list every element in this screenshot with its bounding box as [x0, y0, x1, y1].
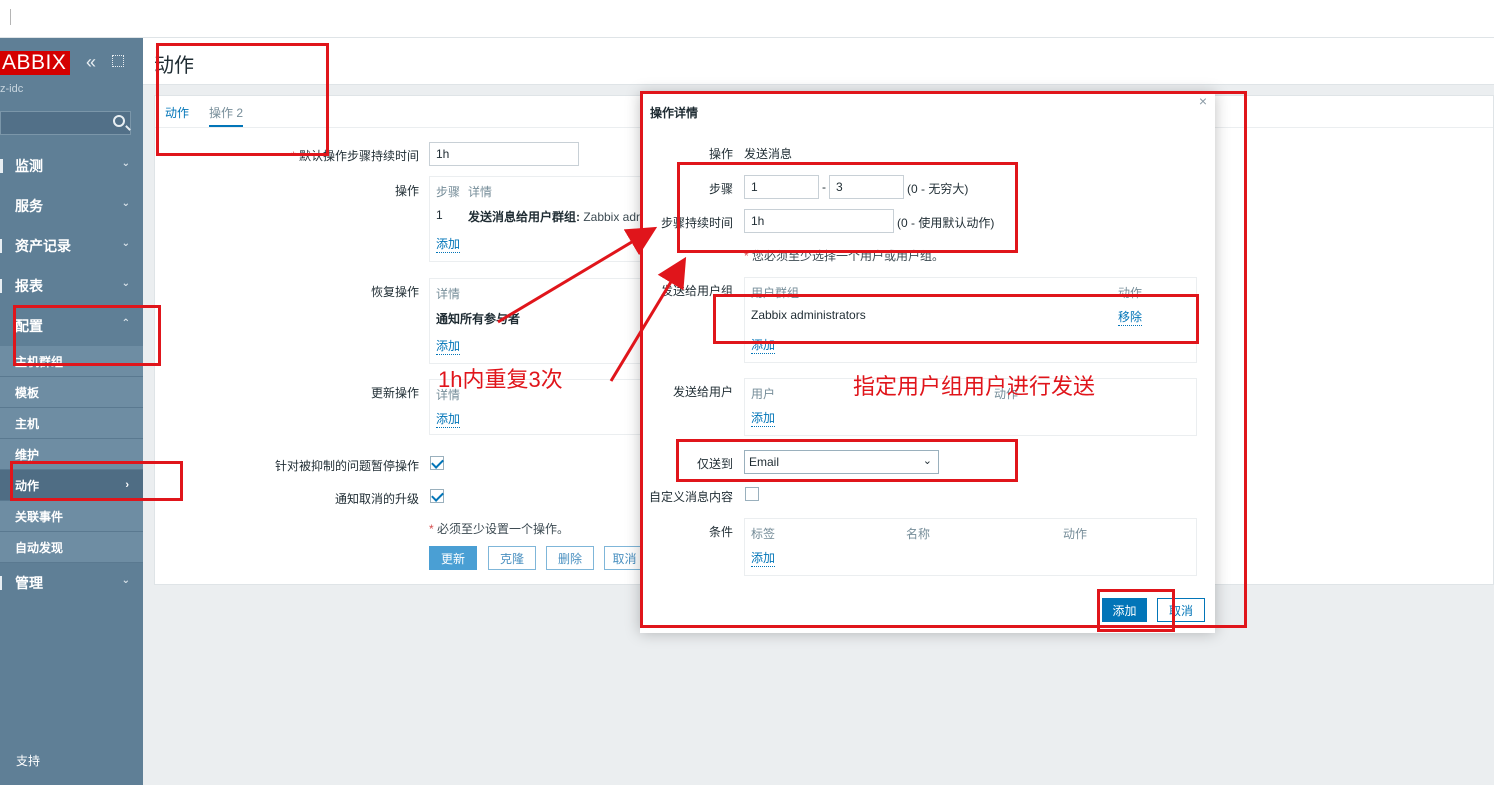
sidebar: ABBIX « z-idc 监测 ⌄ 服务 ⌄ 资产记录 ⌄ 报表 ⌄ 配置 ⌃ [0, 38, 143, 785]
annotation-box-send-only-to [676, 439, 1018, 482]
pause-suppressed-label: 针对被抑制的问题暂停操作 [274, 459, 419, 473]
menu-icon [0, 279, 2, 293]
column-header-details: 详情 [468, 185, 493, 199]
add-operation-link[interactable]: 添加 [436, 235, 461, 253]
add-update-operation-link[interactable]: 添加 [436, 410, 461, 428]
menu-item-label: 报表 [15, 278, 43, 294]
add-recovery-operation-link[interactable]: 添加 [436, 337, 461, 355]
notify-cancelled-label: 通知取消的升级 [334, 492, 419, 506]
delete-button[interactable]: 删除 [546, 546, 594, 570]
column-header-steps: 步骤 [436, 185, 461, 199]
support-link[interactable]: 支持 [16, 752, 40, 769]
chevron-down-icon: ⌄ [121, 198, 130, 209]
zabbix-logo[interactable]: ABBIX [0, 51, 71, 75]
column-header-details: 详情 [436, 287, 461, 301]
chevron-down-icon: ⌄ [121, 575, 130, 586]
operations-label: 操作 [394, 184, 419, 198]
configuration-submenu: 主机群组 模板 主机 维护 动作 › 关联事件 自动发现 [0, 346, 143, 563]
menu-item-monitoring[interactable]: 监测 ⌄ [0, 146, 143, 186]
annotation-box-add-button [1097, 589, 1175, 632]
update-operations-label: 更新操作 [370, 386, 419, 400]
submenu-item-templates[interactable]: 模板 [0, 377, 143, 408]
menu-icon [0, 576, 2, 590]
submenu-item-event-correlation[interactable]: 关联事件 [0, 501, 143, 532]
server-name: z-idc [0, 83, 24, 95]
operation-detail: 发送消息给用户群组: Zabbix adr [468, 210, 641, 224]
menu-item-inventory[interactable]: 资产记录 ⌄ [0, 226, 143, 266]
annotation-box-actions [10, 461, 183, 501]
search-icon[interactable] [113, 115, 125, 127]
update-button[interactable]: 更新 [429, 546, 477, 570]
menu-icon [0, 239, 2, 253]
annotation-box-tabs [156, 43, 329, 156]
collapse-sidebar-icon[interactable]: « [86, 52, 96, 73]
annotation-box-configuration [13, 305, 161, 366]
menu-item-label: 监测 [15, 158, 43, 174]
operation-step: 1 [436, 208, 443, 222]
default-duration-input[interactable]: 1h [429, 142, 579, 166]
notify-cancelled-checkbox[interactable] [430, 489, 444, 503]
annotation-box-user-group [713, 294, 1199, 344]
chevron-down-icon: ⌄ [121, 278, 130, 289]
annotation-group-note: 指定用户组用户进行发送 [853, 374, 1096, 399]
at-least-one-operation-note: * 必须至少设置一个操作。 [429, 522, 570, 536]
kiosk-mode-icon[interactable] [112, 55, 124, 67]
submenu-item-discovery[interactable]: 自动发现 [0, 532, 143, 563]
top-bar [0, 0, 1494, 38]
submenu-item-hosts[interactable]: 主机 [0, 408, 143, 439]
menu-item-administration[interactable]: 管理 ⌄ [0, 563, 143, 603]
menu-item-services[interactable]: 服务 ⌄ [0, 186, 143, 226]
cancel-button[interactable]: 取消 [604, 546, 644, 570]
recovery-operations-label: 恢复操作 [370, 285, 419, 299]
recovery-operation-detail: 通知所有参与者 [436, 312, 521, 326]
menu-icon [0, 159, 3, 173]
main-menu: 监测 ⌄ 服务 ⌄ 资产记录 ⌄ 报表 ⌄ 配置 ⌃ 主机群组 模板 主机 维护… [0, 146, 143, 603]
menu-item-label: 管理 [15, 575, 43, 591]
search-input[interactable] [0, 111, 131, 135]
annotation-repeat-note: 1h内重复3次 [438, 367, 563, 392]
chevron-down-icon: ⌄ [121, 238, 130, 249]
chevron-down-icon: ⌄ [121, 158, 130, 169]
operations-table: 步骤 详情 1 发送消息给用户群组: Zabbix adr 添加 [429, 176, 641, 262]
text-cursor [10, 9, 11, 25]
clone-button[interactable]: 克隆 [488, 546, 536, 570]
pause-suppressed-checkbox[interactable] [430, 456, 444, 470]
recovery-operations-table: 详情 通知所有参与者 添加 [429, 278, 641, 364]
page-header: 动作 [143, 38, 1494, 85]
menu-item-label: 资产记录 [15, 238, 71, 254]
menu-item-label: 服务 [15, 198, 43, 214]
annotation-box-steps [677, 162, 1018, 253]
menu-item-reports[interactable]: 报表 ⌄ [0, 266, 143, 306]
